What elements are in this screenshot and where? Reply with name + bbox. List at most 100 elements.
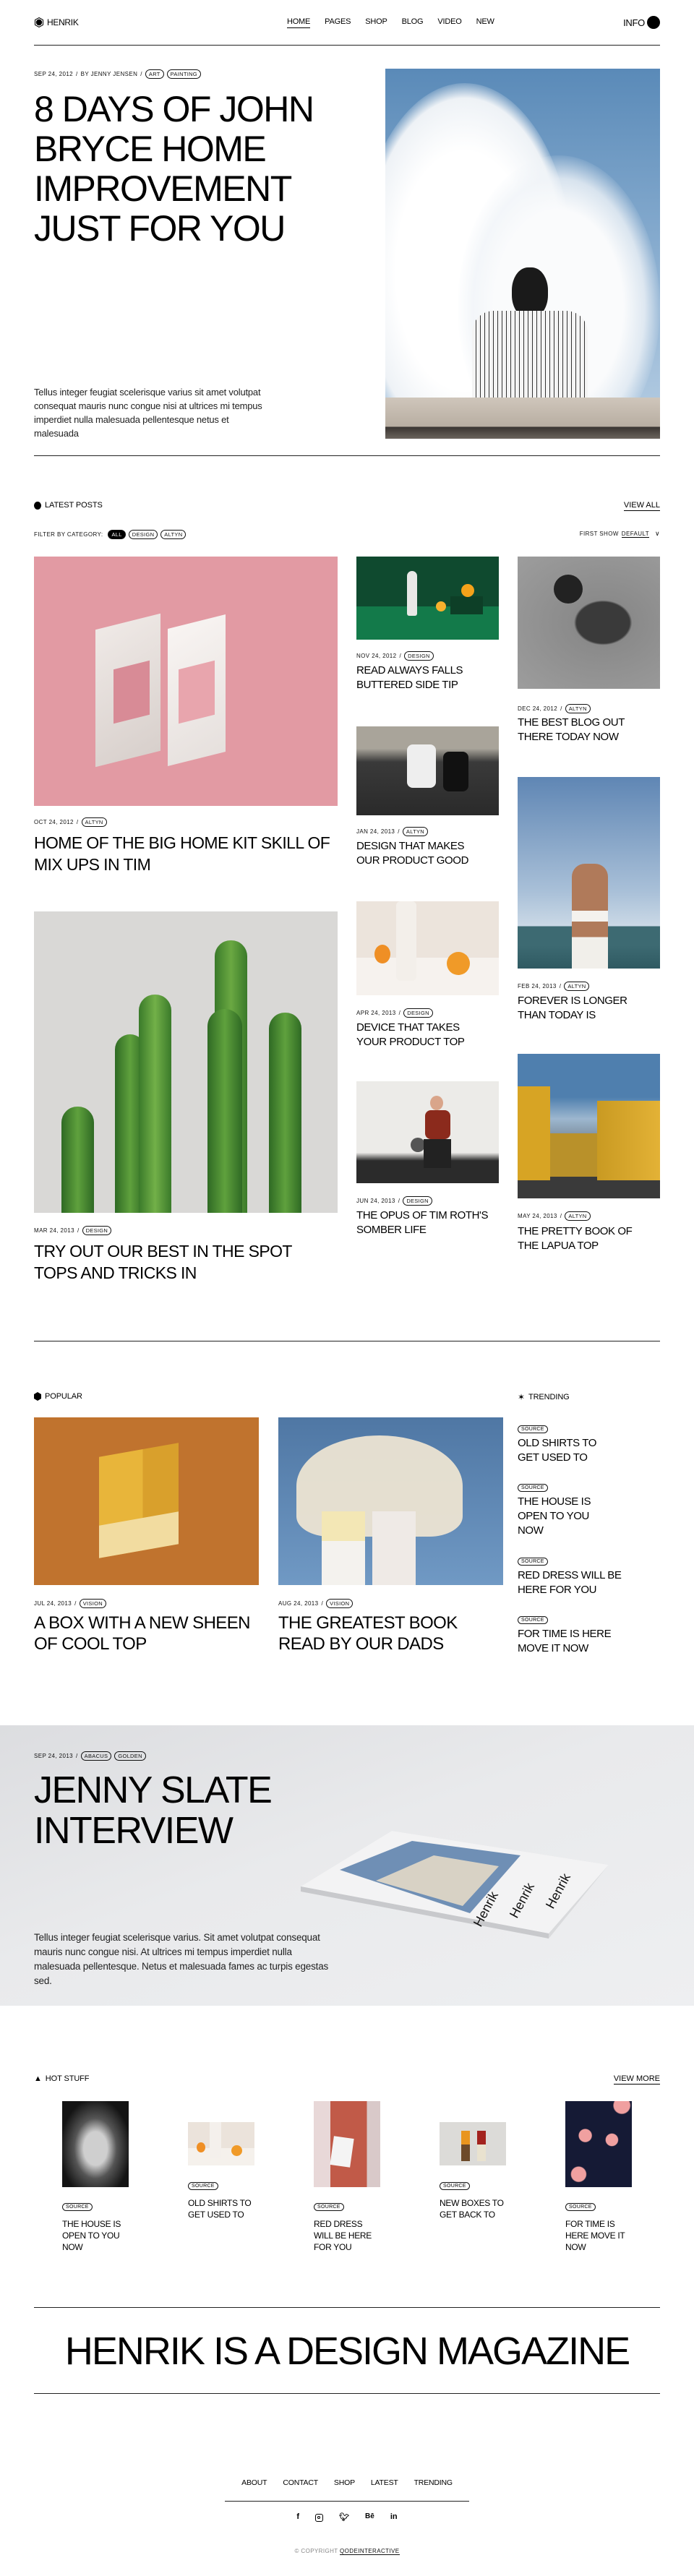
twitter-icon[interactable]: 🐦︎: [339, 2512, 349, 2522]
source-pill[interactable]: SOURCE: [565, 2203, 596, 2211]
hero-image[interactable]: [385, 69, 660, 439]
filter-altyn[interactable]: ALTYN: [160, 530, 187, 539]
behance-icon[interactable]: Bē: [365, 2512, 374, 2522]
hot-title[interactable]: FOR TIME IS HERE MOVE IT NOW: [565, 2218, 630, 2253]
interview-feature[interactable]: Henrik Henrik Henrik SEP 24, 2013/ ABACU…: [0, 1725, 694, 2006]
hot-image-man[interactable]: [62, 2101, 129, 2187]
tag-pill[interactable]: ALTYN: [402, 827, 429, 836]
post-meta: APR 24, 2013/DESIGN: [356, 1008, 433, 1018]
tag-pill[interactable]: ALTYN: [81, 817, 107, 827]
post-title[interactable]: THE PRETTY BOOK OF THE LAPUA TOP: [518, 1224, 651, 1253]
copyright-link[interactable]: QODEINTERACTIVE: [340, 2548, 400, 2555]
post-title[interactable]: HOME OF THE BIG HOME KIT SKILL OF MIX UP…: [34, 832, 338, 875]
source-pill[interactable]: SOURCE: [188, 2182, 218, 2190]
sort-control[interactable]: FIRST SHOW DEFAULT ∨: [580, 530, 660, 538]
tag-pill[interactable]: GOLDEN: [114, 1751, 146, 1761]
source-pill[interactable]: SOURCE: [314, 2203, 344, 2211]
instagram-icon[interactable]: [315, 2514, 324, 2522]
footer-link-about[interactable]: ABOUT: [241, 2478, 267, 2487]
popular-image-box[interactable]: [34, 1417, 259, 1585]
footer-link-latest[interactable]: LATEST: [371, 2478, 398, 2487]
hot-item[interactable]: SOURCE RED DRESS WILL BE HERE FOR YOU: [314, 2199, 386, 2253]
post-title[interactable]: THE OPUS OF TIM ROTH'S SOMBER LIFE: [356, 1208, 501, 1237]
trending-title[interactable]: OLD SHIRTS TO GET USED TO: [518, 1436, 619, 1465]
hero-title[interactable]: 8 DAYS OF JOHN BRYCE HOME IMPROVEMENT JU…: [34, 90, 352, 249]
post-image-oranges[interactable]: [356, 901, 499, 995]
post-image-buses[interactable]: [518, 1054, 660, 1198]
post-title[interactable]: THE BEST BLOG OUT THERE TODAY NOW: [518, 716, 644, 744]
hot-title[interactable]: OLD SHIRTS TO GET USED TO: [188, 2197, 253, 2220]
hot-image-oranges[interactable]: [188, 2122, 254, 2165]
hot-title[interactable]: NEW BOXES TO GET BACK TO: [440, 2197, 505, 2220]
info-button[interactable]: INFO: [623, 16, 660, 29]
tag-pill[interactable]: ALTYN: [565, 704, 591, 713]
trending-item[interactable]: SOURCE FOR TIME IS HERE MOVE IT NOW: [518, 1612, 648, 1656]
tag-pill[interactable]: DESIGN: [403, 1196, 432, 1206]
trending-item[interactable]: SOURCE THE HOUSE IS OPEN TO YOU NOW: [518, 1480, 648, 1538]
nav-new[interactable]: NEW: [476, 17, 494, 28]
tag-pill[interactable]: DESIGN: [403, 1008, 433, 1018]
hot-image-roses[interactable]: [565, 2101, 632, 2187]
post-image-cactus[interactable]: [34, 911, 338, 1213]
view-more-link[interactable]: VIEW MORE: [613, 2074, 660, 2085]
logo[interactable]: HENRIK: [34, 17, 79, 27]
nav-pages[interactable]: PAGES: [325, 17, 351, 28]
tag-pill[interactable]: ABACUS: [80, 1751, 112, 1761]
hot-title[interactable]: THE HOUSE IS OPEN TO YOU NOW: [62, 2218, 127, 2253]
source-pill[interactable]: SOURCE: [62, 2203, 93, 2211]
nav-blog[interactable]: BLOG: [402, 17, 424, 28]
trending-item[interactable]: SOURCE RED DRESS WILL BE HERE FOR YOU: [518, 1553, 648, 1597]
tag-pill[interactable]: DESIGN: [82, 1226, 112, 1235]
source-pill[interactable]: SOURCE: [440, 2182, 470, 2190]
tag-pill[interactable]: ALTYN: [565, 1211, 591, 1221]
post-image-woman-sky[interactable]: [518, 777, 660, 969]
tag-pill[interactable]: ALTYN: [564, 982, 590, 991]
tag-pill[interactable]: PAINTING: [166, 69, 201, 79]
post-title[interactable]: FOREVER IS LONGER THAN TODAY IS: [518, 994, 644, 1023]
post-image-basketball[interactable]: [356, 1081, 499, 1183]
source-pill[interactable]: SOURCE: [518, 1484, 548, 1492]
post-image-crowd[interactable]: [356, 726, 499, 815]
hot-image-red-dress[interactable]: [314, 2101, 380, 2187]
view-all-link[interactable]: VIEW ALL: [623, 501, 660, 511]
filter-design[interactable]: DESIGN: [128, 530, 158, 539]
tag-pill[interactable]: DESIGN: [404, 651, 434, 661]
linkedin-icon[interactable]: in: [390, 2512, 398, 2522]
post-image-dog[interactable]: [518, 557, 660, 689]
tag-pill[interactable]: VISION: [326, 1599, 354, 1608]
trending-item[interactable]: SOURCE OLD SHIRTS TO GET USED TO: [518, 1421, 648, 1465]
tag-pill[interactable]: VISION: [79, 1599, 106, 1608]
post-title[interactable]: DESIGN THAT MAKES OUR PRODUCT GOOD: [356, 839, 483, 868]
post-image-books[interactable]: [34, 557, 338, 806]
nav-video[interactable]: VIDEO: [437, 17, 461, 28]
hot-item[interactable]: SOURCE FOR TIME IS HERE MOVE IT NOW: [565, 2199, 638, 2253]
hot-title[interactable]: RED DRESS WILL BE HERE FOR YOU: [314, 2218, 379, 2253]
footer-link-shop[interactable]: SHOP: [334, 2478, 355, 2487]
hero-author[interactable]: BY JENNY JENSEN: [81, 71, 138, 77]
post-title[interactable]: DEVICE THAT TAKES YOUR PRODUCT TOP: [356, 1021, 483, 1049]
post-title[interactable]: THE GREATEST BOOK READ BY OUR DADS: [278, 1613, 495, 1654]
footer-link-contact[interactable]: CONTACT: [283, 2478, 318, 2487]
popular-image-veil[interactable]: [278, 1417, 503, 1585]
trending-title[interactable]: RED DRESS WILL BE HERE FOR YOU: [518, 1568, 626, 1597]
facebook-icon[interactable]: f: [296, 2512, 299, 2522]
post-image-bottle[interactable]: [356, 557, 499, 640]
trending-title[interactable]: FOR TIME IS HERE MOVE IT NOW: [518, 1627, 626, 1656]
nav-shop[interactable]: SHOP: [365, 17, 387, 28]
source-pill[interactable]: SOURCE: [518, 1425, 548, 1433]
hot-item[interactable]: SOURCE NEW BOXES TO GET BACK TO: [440, 2178, 512, 2220]
interview-title[interactable]: JENNY SLATE INTERVIEW: [34, 1770, 309, 1851]
filter-all[interactable]: ALL: [108, 530, 126, 539]
trending-title[interactable]: THE HOUSE IS OPEN TO YOU NOW: [518, 1495, 604, 1538]
tag-pill[interactable]: ART: [145, 69, 164, 79]
source-pill[interactable]: SOURCE: [518, 1558, 548, 1566]
nav-home[interactable]: HOME: [286, 17, 310, 28]
post-title[interactable]: READ ALWAYS FALLS BUTTERED SIDE TIP: [356, 664, 483, 692]
hot-item[interactable]: SOURCE THE HOUSE IS OPEN TO YOU NOW: [62, 2199, 134, 2253]
hot-image-couple[interactable]: [440, 2122, 506, 2165]
footer-link-trending[interactable]: TRENDING: [414, 2478, 453, 2487]
hot-item[interactable]: SOURCE OLD SHIRTS TO GET USED TO: [188, 2178, 260, 2220]
source-pill[interactable]: SOURCE: [518, 1616, 548, 1624]
post-title[interactable]: TRY OUT OUR BEST IN THE SPOT TOPS AND TR…: [34, 1240, 338, 1284]
post-title[interactable]: A BOX WITH A NEW SHEEN OF COOL TOP: [34, 1613, 251, 1654]
